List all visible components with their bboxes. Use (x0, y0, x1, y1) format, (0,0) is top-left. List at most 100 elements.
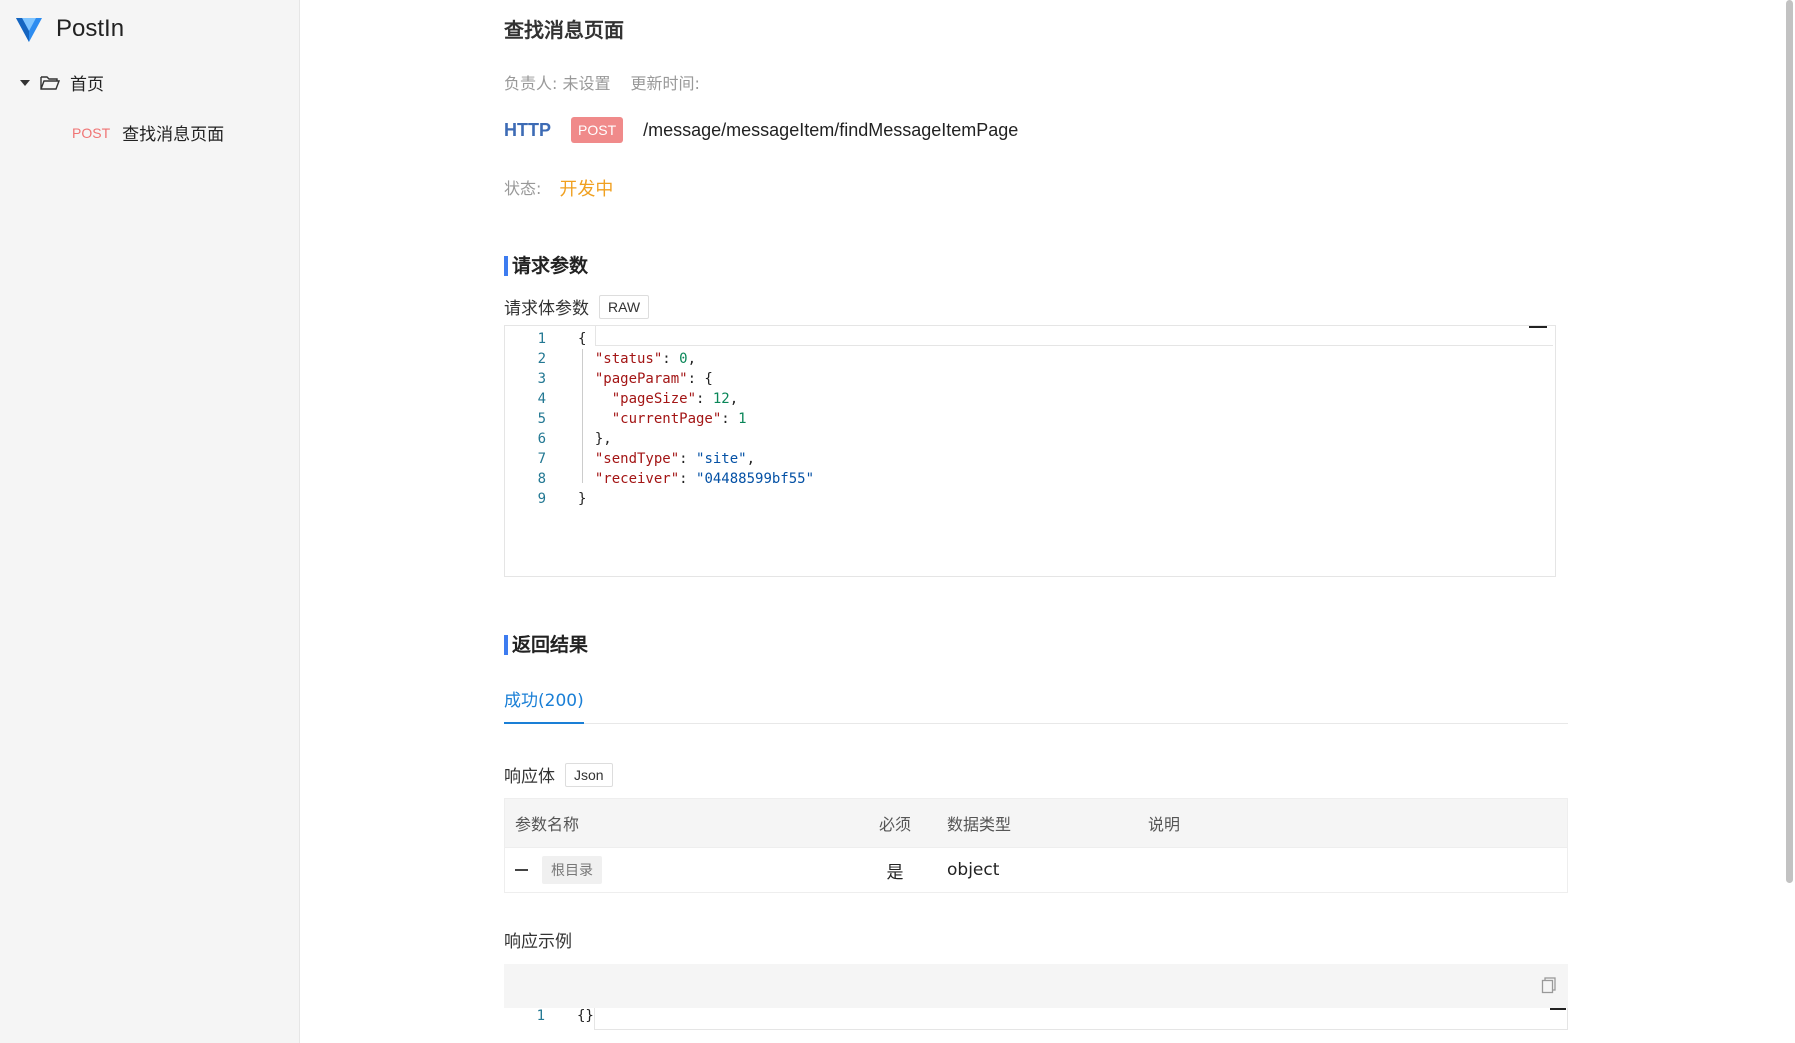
response-body-type: Json (565, 762, 613, 787)
status-value: 开发中 (559, 179, 614, 200)
code-token: }, (594, 431, 612, 447)
table-row: 根目录 是 object (505, 847, 1567, 892)
line-number: 4 (537, 391, 546, 407)
code-token: : (679, 451, 697, 467)
cell-param-name: 根目录 (505, 856, 855, 884)
status-row: 状态: 开发中 (504, 175, 613, 201)
code-token: "receiver" (594, 471, 680, 487)
protocol-label: HTTP (504, 119, 551, 140)
status-label: 状态: (504, 179, 542, 198)
line-number: 7 (537, 451, 546, 467)
response-table: 参数名称 必须 数据类型 说明 根目录 是 object (504, 798, 1568, 893)
api-meta: 负责人: 未设置 更新时间: (504, 70, 700, 94)
postin-logo-icon (16, 18, 42, 42)
app-name: PostIn (56, 15, 125, 42)
line-number: 6 (537, 431, 546, 447)
copy-icon[interactable] (1540, 976, 1558, 994)
code-line: 4 "pageSize": 12, (505, 389, 814, 409)
line-number: 2 (537, 351, 546, 367)
code-text: "pageParam": { (578, 369, 713, 389)
code-token: "sendType" (594, 451, 680, 467)
response-section-title: 返回结果 (504, 635, 588, 655)
code-text: "sendType": "site", (578, 449, 755, 469)
code-text: "receiver": "04488599bf55" (578, 469, 814, 489)
response-body-label: 响应体 (504, 767, 555, 787)
cell-data-type: object (947, 860, 1000, 880)
header-param-name: 参数名称 (515, 815, 580, 834)
caret-down-icon[interactable] (20, 79, 30, 86)
editor-minimap-indicator (1529, 326, 1547, 328)
example-current-line (594, 1008, 1568, 1030)
response-example-label: 响应示例 (504, 932, 572, 952)
line-number: 1 (537, 331, 546, 347)
page-scrollbar[interactable] (1786, 0, 1793, 883)
method-badge: POST (571, 117, 624, 143)
table-header: 参数名称 必须 数据类型 说明 (505, 799, 1567, 847)
code-token: , (729, 391, 739, 407)
line-number: 5 (537, 411, 546, 427)
tree-node-home-label: 首页 (70, 75, 104, 95)
page-title: 查找消息页面 (504, 18, 624, 42)
request-body-label-row: 请求体参数 RAW (504, 294, 650, 319)
code-line: 2 "status": 0, (505, 349, 814, 369)
line-number: 1 (536, 1008, 545, 1024)
code-line: 9} (505, 489, 814, 509)
response-tabs: 成功(200) (504, 686, 1568, 724)
code-line: 5 "currentPage": 1 (505, 409, 814, 429)
owner-label: 负责人: 未设置 (504, 74, 611, 93)
response-example-label-row: 响应示例 (504, 927, 572, 952)
request-code-editor[interactable]: 1{2 "status": 0, 3 "pageParam": {4 "pageS… (504, 325, 1556, 577)
code-token: "04488599bf55" (696, 471, 815, 487)
code-text: } (578, 489, 586, 509)
code-text: "currentPage": 1 (578, 409, 747, 429)
api-path: /message/messageItem/findMessageItemPage (643, 119, 1019, 140)
code-token: : (696, 391, 713, 407)
line-number: 3 (537, 371, 546, 387)
code-token: "currentPage" (611, 411, 722, 427)
code-token: 12 (712, 391, 730, 407)
code-token: { (578, 331, 587, 347)
header-data-type: 数据类型 (947, 815, 1012, 834)
root-tag: 根目录 (542, 856, 602, 884)
code-text: {} (577, 1008, 594, 1024)
code-token: : (679, 471, 697, 487)
code-token: 0 (679, 351, 688, 367)
header-required: 必须 (878, 815, 911, 834)
tree-api-name: 查找消息页面 (122, 125, 225, 145)
code-token: "pageSize" (611, 391, 697, 407)
code-line: 3 "pageParam": { (505, 369, 814, 389)
request-body-type: RAW (599, 294, 650, 319)
example-header (504, 964, 1568, 1008)
cell-required: 是 (886, 862, 904, 883)
code-lines: 1{2 "status": 0, 3 "pageParam": {4 "pageS… (505, 329, 814, 509)
line-number: 8 (537, 471, 546, 487)
app-logo[interactable]: PostIn (14, 12, 124, 46)
tree-node-api[interactable]: POST 查找消息页面 (72, 120, 225, 146)
code-token: 1 (738, 411, 747, 427)
code-text: { (578, 329, 586, 349)
collapse-icon[interactable] (515, 869, 528, 871)
updated-label: 更新时间: (630, 74, 700, 93)
tab-success-200[interactable]: 成功(200) (504, 686, 584, 724)
http-row: HTTP POST /message/messageItem/findMessa… (504, 117, 1018, 143)
code-token: , (687, 351, 697, 367)
code-token: "pageParam" (594, 371, 688, 387)
code-line: 8 "receiver": "04488599bf55" (505, 469, 814, 489)
code-text: }, (578, 429, 612, 449)
tree-node-home[interactable]: 首页 (20, 70, 104, 95)
code-line: 7 "sendType": "site", (505, 449, 814, 469)
code-token: "status" (594, 351, 663, 367)
code-token: : { (687, 371, 713, 387)
code-text: "pageSize": 12, (578, 389, 738, 409)
request-section-title: 请求参数 (504, 256, 588, 276)
example-code-line: 1 {} (504, 1006, 594, 1026)
code-token: } (578, 491, 587, 507)
code-line: 6 }, (505, 429, 814, 449)
code-text: "status": 0, (578, 349, 696, 369)
response-example-editor[interactable]: 1 {} (504, 964, 1568, 1043)
code-token: : (662, 351, 680, 367)
header-description: 说明 (1148, 815, 1181, 834)
code-line: 1{ (505, 329, 814, 349)
code-token: : (721, 411, 739, 427)
request-body-label: 请求体参数 (504, 299, 589, 319)
